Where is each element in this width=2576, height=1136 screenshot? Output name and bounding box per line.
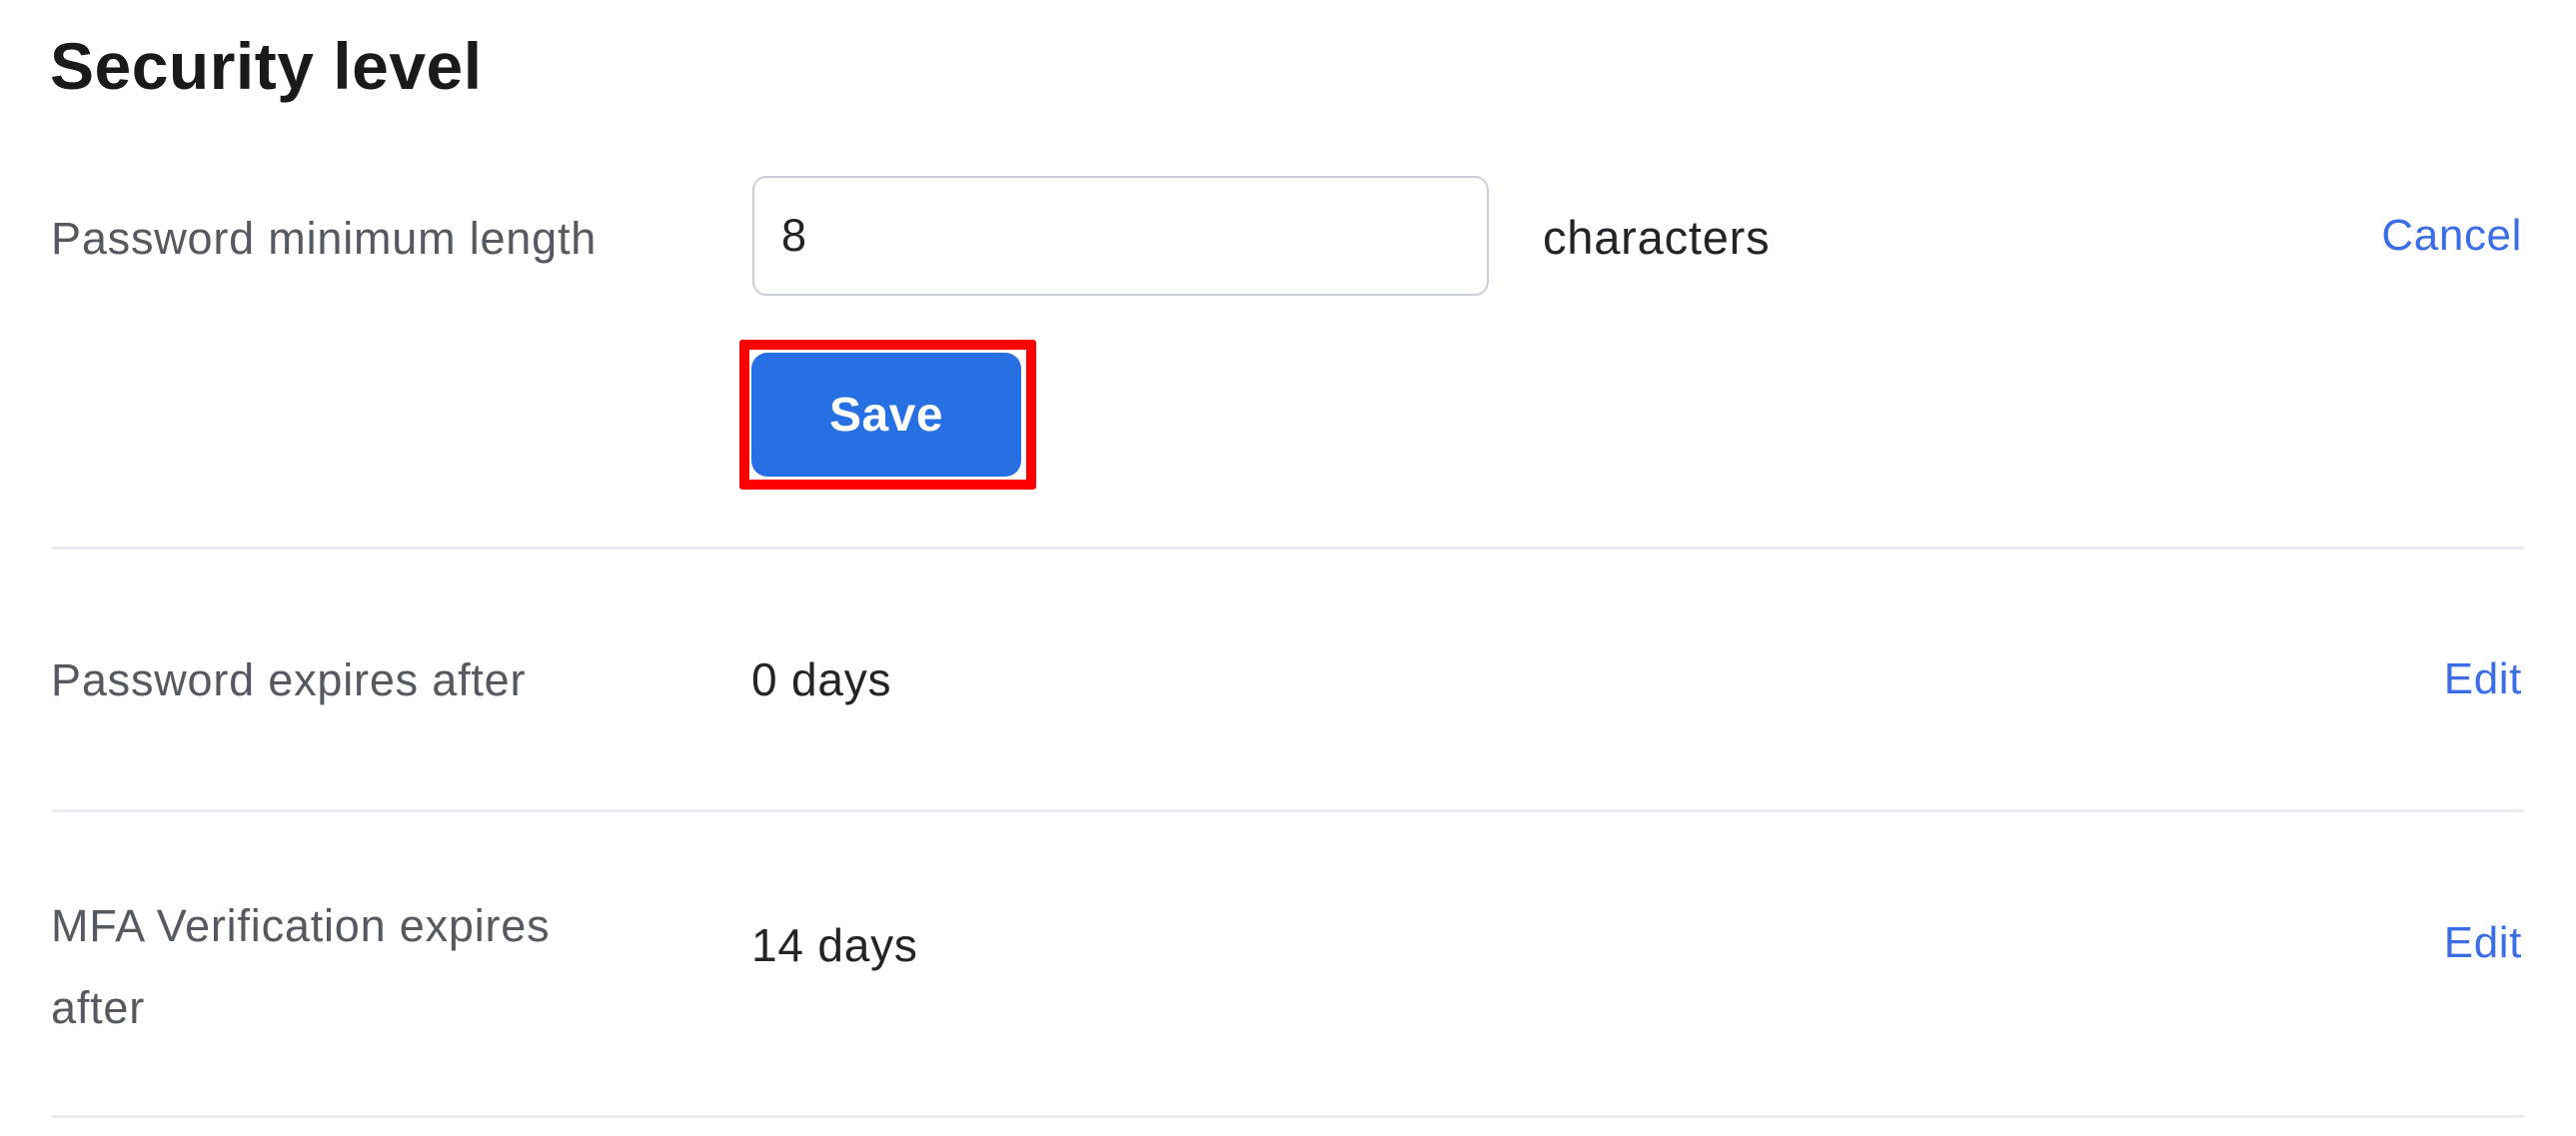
cancel-button[interactable]: Cancel: [2381, 206, 2522, 266]
setting-value: 0 days: [751, 653, 892, 705]
divider: [51, 547, 2524, 550]
edit-button[interactable]: Edit: [2444, 649, 2522, 709]
unit-label: characters: [1543, 211, 1771, 264]
save-button[interactable]: Save: [751, 353, 1021, 477]
divider: [51, 809, 2524, 812]
edit-button[interactable]: Edit: [2444, 913, 2522, 973]
setting-label: MFA Verification expires after: [51, 900, 551, 1033]
divider: [51, 1115, 2524, 1118]
setting-value: 14 days: [751, 919, 918, 971]
setting-label: Password expires after: [51, 654, 527, 705]
setting-label: Password minimum length: [51, 213, 598, 264]
section-title: Security level: [50, 29, 483, 103]
password-min-length-input[interactable]: [752, 176, 1489, 296]
